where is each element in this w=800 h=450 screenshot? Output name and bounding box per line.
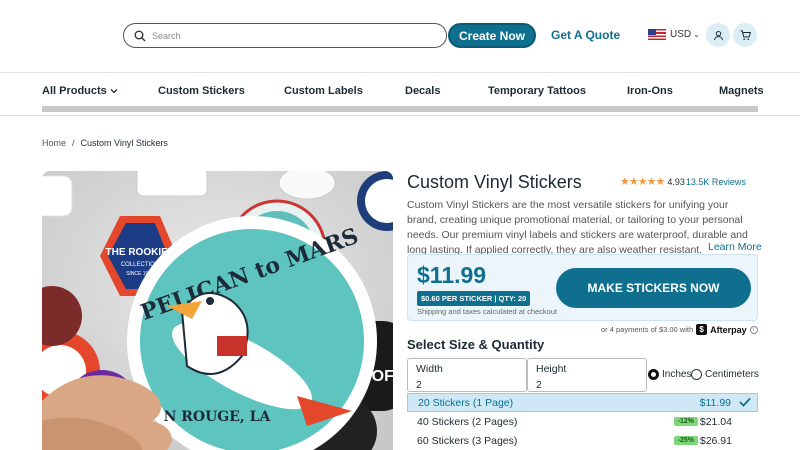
- user-icon: [713, 30, 723, 40]
- per-sticker-badge: $0.60 PER STICKER | QTY: 20: [417, 291, 531, 306]
- category-nav: All Products Custom Stickers Custom Labe…: [0, 72, 800, 116]
- site-header: Create Now Get A Quote USD ⌄: [0, 0, 800, 72]
- afterpay-brand: Afterpay: [710, 324, 747, 335]
- size-quantity-heading: Select Size & Quantity: [407, 337, 545, 352]
- price-panel: $11.99 $0.60 PER STICKER | QTY: 20 Shipp…: [407, 254, 758, 321]
- currency-selector[interactable]: USD ⌄: [648, 29, 700, 40]
- info-icon[interactable]: i: [749, 325, 758, 334]
- nav-item-custom-stickers[interactable]: Custom Stickers: [158, 85, 245, 97]
- account-button[interactable]: [706, 23, 730, 47]
- get-a-quote-link[interactable]: Get A Quote: [551, 28, 620, 42]
- breadcrumb: Home / Custom Vinyl Stickers: [42, 138, 168, 148]
- product-image[interactable]: THE ROOKIES COLLECTION SINCE 1988 KILL C…: [42, 171, 393, 450]
- nav-item-label: All Products: [42, 85, 107, 97]
- breadcrumb-home-link[interactable]: Home: [42, 138, 66, 148]
- breadcrumb-separator: /: [72, 138, 75, 148]
- afterpay-note: or 4 payments of $3.00 with: [601, 325, 694, 334]
- discount-badge: -12%: [673, 417, 698, 426]
- height-field[interactable]: Height: [527, 358, 647, 392]
- nav-item-decals[interactable]: Decals: [405, 85, 440, 97]
- product-rating[interactable]: ★★★★★ 4.93 13.5K Reviews: [620, 175, 746, 188]
- sticker-text: N ROUGE, LA: [164, 409, 272, 425]
- currency-label: USD: [670, 29, 692, 40]
- breadcrumb-current: Custom Vinyl Stickers: [80, 138, 168, 148]
- reviews-link[interactable]: 13.5K Reviews: [686, 177, 746, 187]
- height-input[interactable]: [536, 379, 638, 391]
- unit-inches-label: Inches: [662, 369, 692, 380]
- height-label: Height: [536, 363, 567, 375]
- search-box[interactable]: [123, 23, 447, 48]
- width-field[interactable]: Width: [407, 358, 527, 392]
- radio-unselected-icon: [691, 369, 702, 380]
- nav-item-all-products[interactable]: All Products: [42, 85, 118, 97]
- product-title: Custom Vinyl Stickers: [407, 172, 582, 192]
- sticker-photo: THE ROOKIES COLLECTION SINCE 1988 KILL C…: [42, 171, 393, 450]
- quantity-price: $26.91: [699, 434, 732, 447]
- width-input[interactable]: [416, 379, 518, 391]
- quantity-option[interactable]: 20 Stickers (1 Page) $11.99: [407, 393, 758, 412]
- nav-item-temporary-tattoos[interactable]: Temporary Tattoos: [488, 85, 586, 97]
- quantity-label: 60 Stickers (3 Pages): [417, 434, 518, 447]
- cart-button[interactable]: [733, 23, 757, 47]
- create-now-button[interactable]: Create Now: [448, 23, 536, 48]
- tax-note: Shipping and taxes calculated at checkou…: [417, 307, 558, 316]
- quantity-label: 20 Stickers (1 Page): [418, 396, 514, 409]
- quantity-price: $11.99: [699, 396, 731, 409]
- discount-badge: -25%: [673, 436, 698, 445]
- chevron-down-icon: [110, 89, 118, 94]
- quantity-list: 20 Stickers (1 Page) $11.99 40 Stickers …: [407, 393, 758, 450]
- nav-item-custom-labels[interactable]: Custom Labels: [284, 85, 363, 97]
- nav-item-magnets[interactable]: Magnets: [719, 85, 764, 97]
- nav-item-iron-ons[interactable]: Iron-Ons: [627, 85, 673, 97]
- make-stickers-button[interactable]: MAKE STICKERS NOW: [556, 268, 751, 308]
- learn-more-link[interactable]: Learn More: [708, 241, 762, 253]
- cart-icon: [739, 29, 751, 40]
- chevron-down-icon: ⌄: [693, 30, 700, 39]
- us-flag-icon: [648, 29, 666, 40]
- width-label: Width: [416, 363, 443, 375]
- unit-centimeters-radio[interactable]: Centimeters: [691, 369, 759, 380]
- radio-selected-icon: [648, 369, 659, 380]
- price-value: $11.99: [417, 262, 487, 288]
- quantity-option[interactable]: 60 Stickers (3 Pages) -25% $26.91: [407, 431, 758, 450]
- rating-value: 4.93: [667, 176, 685, 187]
- nav-scrollbar[interactable]: [42, 106, 758, 112]
- checkmark-icon: [739, 397, 751, 407]
- afterpay-logo-icon: $: [696, 324, 708, 335]
- quantity-option[interactable]: 40 Stickers (2 Pages) -12% $21.04: [407, 412, 758, 431]
- search-input[interactable]: [152, 30, 432, 41]
- afterpay-info: or 4 payments of $3.00 with $ Afterpay i: [601, 324, 758, 335]
- quantity-price: $21.04: [699, 415, 732, 428]
- quantity-label: 40 Stickers (2 Pages): [417, 415, 518, 428]
- star-rating-icon: ★★★★★: [620, 176, 665, 188]
- unit-centimeters-label: Centimeters: [705, 369, 759, 380]
- search-icon: [134, 30, 146, 41]
- unit-inches-radio[interactable]: Inches: [648, 369, 691, 380]
